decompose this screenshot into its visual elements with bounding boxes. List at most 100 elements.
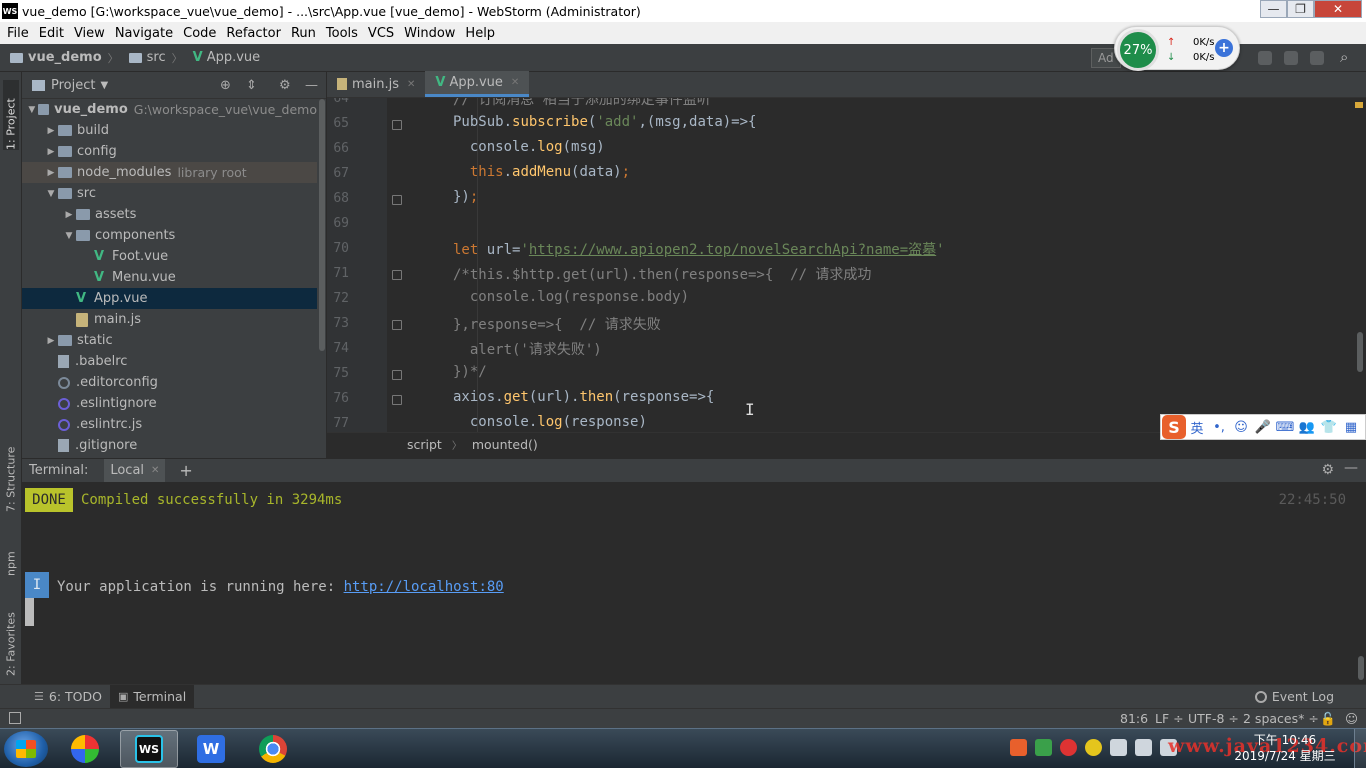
action-center-icon[interactable] — [1135, 739, 1152, 756]
tree-item[interactable]: ▶ build — [22, 120, 317, 141]
breadcrumb-mounted[interactable]: mounted() — [472, 437, 538, 452]
inspector-icon[interactable]: ☺ — [1345, 711, 1358, 726]
indent-setting[interactable]: 2 spaces* ÷ — [1243, 711, 1319, 726]
locate-file-icon[interactable]: ⊕ — [220, 78, 231, 93]
breadcrumb-src[interactable]: src 〉 — [128, 50, 183, 66]
taskbar-app-webstorm[interactable]: WS — [120, 730, 178, 768]
terminal-scrollbar[interactable] — [1358, 656, 1364, 680]
system-clock[interactable]: 下午 10:46 2019/7/24 星期三 — [1230, 732, 1340, 764]
chevron-down-icon[interactable]: ▼ — [62, 231, 76, 241]
taskbar-app-pinwheel[interactable] — [56, 730, 114, 768]
tab-structure[interactable]: 7: Structure — [3, 432, 19, 512]
tree-item[interactable]: .babelrc — [22, 351, 317, 372]
fold-marker-icon[interactable] — [392, 270, 402, 280]
tree-item[interactable]: .eslintrc.js — [22, 414, 317, 435]
fold-marker-icon[interactable] — [392, 370, 402, 380]
line-separator[interactable]: LF ÷ — [1155, 711, 1184, 726]
tab-project[interactable]: 1: Project — [3, 80, 19, 150]
tree-item[interactable]: ▼ components — [22, 225, 317, 246]
file-encoding[interactable]: UTF-8 ÷ — [1188, 711, 1239, 726]
tab-npm[interactable]: npm — [3, 532, 19, 576]
ime-punctuation-icon[interactable]: •, — [1208, 420, 1230, 435]
event-log-button[interactable]: Event Log — [1254, 689, 1334, 704]
chevron-right-icon[interactable]: ▶ — [44, 336, 58, 346]
show-desktop-button[interactable] — [1354, 729, 1366, 768]
editor-tab-app-vue[interactable]: V App.vue ✕ — [425, 71, 530, 97]
close-button[interactable]: ✕ — [1314, 0, 1362, 18]
ime-skin-icon[interactable]: 👕 — [1318, 420, 1340, 435]
taskbar-app-chrome[interactable] — [244, 730, 302, 768]
collapse-all-icon[interactable]: ⇕ — [246, 78, 257, 93]
search-everywhere-icon[interactable]: ⌕ — [1340, 48, 1348, 66]
antivirus-icon[interactable] — [1060, 739, 1077, 756]
tree-item[interactable]: ▶ static — [22, 330, 317, 351]
taskbar-app-wps[interactable]: W — [182, 730, 240, 768]
debug-icon[interactable] — [1284, 51, 1298, 65]
ime-language-toggle[interactable]: 英 — [1186, 418, 1208, 437]
fold-marker-icon[interactable] — [392, 120, 402, 130]
menu-edit[interactable]: Edit — [34, 26, 69, 41]
chevron-right-icon[interactable]: ▶ — [44, 168, 58, 178]
ime-keyboard-icon[interactable]: ⌨ — [1274, 420, 1296, 435]
code-token[interactable]: https://www.apiopen2.top/novelSearchApi?… — [529, 242, 936, 258]
tree-item[interactable]: .editorconfig — [22, 372, 317, 393]
ime-toolbox-icon[interactable]: ▦ — [1340, 420, 1362, 435]
stop-icon[interactable] — [1310, 51, 1324, 65]
sogou-logo-icon[interactable]: S — [1162, 415, 1186, 439]
editor-scrollbar[interactable] — [1357, 332, 1363, 372]
tree-item[interactable]: ▶ node_modules library root — [22, 162, 317, 183]
tree-item[interactable]: ▶ assets — [22, 204, 317, 225]
menu-navigate[interactable]: Navigate — [110, 26, 178, 41]
fold-marker-icon[interactable] — [392, 395, 402, 405]
tree-item[interactable]: ▼ src — [22, 183, 317, 204]
chevron-right-icon[interactable]: ▶ — [44, 126, 58, 136]
close-tab-icon[interactable]: ✕ — [511, 77, 519, 88]
ime-toolbar[interactable]: S 英 •, ☺ 🎤 ⌨ 👥 👕 ▦ — [1160, 414, 1366, 440]
menu-view[interactable]: View — [69, 26, 110, 41]
chevron-right-icon[interactable]: ▶ — [44, 147, 58, 157]
menu-refactor[interactable]: Refactor — [221, 26, 286, 41]
tree-item[interactable]: ▶ config — [22, 141, 317, 162]
accelerate-plus-icon[interactable]: + — [1215, 39, 1233, 57]
menu-vcs[interactable]: VCS — [363, 26, 399, 41]
breadcrumb-file[interactable]: V App.vue — [193, 50, 261, 65]
menu-code[interactable]: Code — [178, 26, 221, 41]
security-shield-icon[interactable] — [1035, 739, 1052, 756]
minimize-button[interactable]: — — [1260, 0, 1287, 18]
chevron-down-icon[interactable]: ▼ — [44, 189, 58, 199]
tree-item[interactable]: V App.vue — [22, 288, 317, 309]
caret-position[interactable]: 81:6 — [1120, 711, 1148, 726]
tree-item[interactable]: main.js — [22, 309, 317, 330]
menu-help[interactable]: Help — [460, 26, 500, 41]
tab-favorites[interactable]: 2: Favorites — [3, 592, 19, 676]
tree-item[interactable]: V Foot.vue — [22, 246, 317, 267]
gear-icon[interactable]: ⚙ — [1321, 462, 1334, 478]
fold-marker-icon[interactable] — [392, 320, 402, 330]
gear-icon[interactable]: ⚙ — [279, 78, 291, 93]
terminal-output[interactable]: DONE Compiled successfully in 3294ms 22:… — [22, 482, 1366, 684]
ime-user-icon[interactable]: 👥 — [1296, 420, 1318, 435]
tree-item[interactable]: ▼ vue_demo G:\workspace_vue\vue_demo — [22, 99, 317, 120]
network-icon[interactable] — [1110, 739, 1127, 756]
lock-icon[interactable]: 🔓 — [1320, 711, 1336, 727]
new-terminal-button[interactable]: + — [179, 461, 192, 480]
tree-item[interactable]: .gitignore — [22, 435, 317, 456]
editor-tab-main-js[interactable]: main.js ✕ — [327, 71, 425, 97]
breadcrumb-project[interactable]: vue_demo 〉 — [10, 50, 119, 66]
hide-panel-icon[interactable]: — — [1344, 460, 1358, 476]
tree-scroll-thumb[interactable] — [319, 99, 325, 351]
chevron-right-icon[interactable]: ▶ — [62, 210, 76, 220]
menu-file[interactable]: File — [2, 26, 34, 41]
menu-run[interactable]: Run — [286, 26, 321, 41]
start-button[interactable] — [4, 731, 48, 767]
close-tab-icon[interactable]: ✕ — [151, 465, 159, 476]
toggle-tool-windows-icon[interactable] — [9, 712, 21, 724]
network-speed-widget[interactable]: 27% ↑ ↓ 0K/s 0K/s + — [1114, 26, 1240, 71]
tree-item[interactable]: V Menu.vue — [22, 267, 317, 288]
chevron-down-icon[interactable]: ▼ — [26, 105, 38, 115]
ime-emoji-icon[interactable]: ☺ — [1230, 420, 1252, 435]
tree-item[interactable]: .eslintignore — [22, 393, 317, 414]
terminal-tab-local[interactable]: Local ✕ — [104, 458, 166, 483]
sogou-tray-icon[interactable] — [1010, 739, 1027, 756]
tab-todo[interactable]: ☰ 6: TODO — [26, 685, 110, 709]
